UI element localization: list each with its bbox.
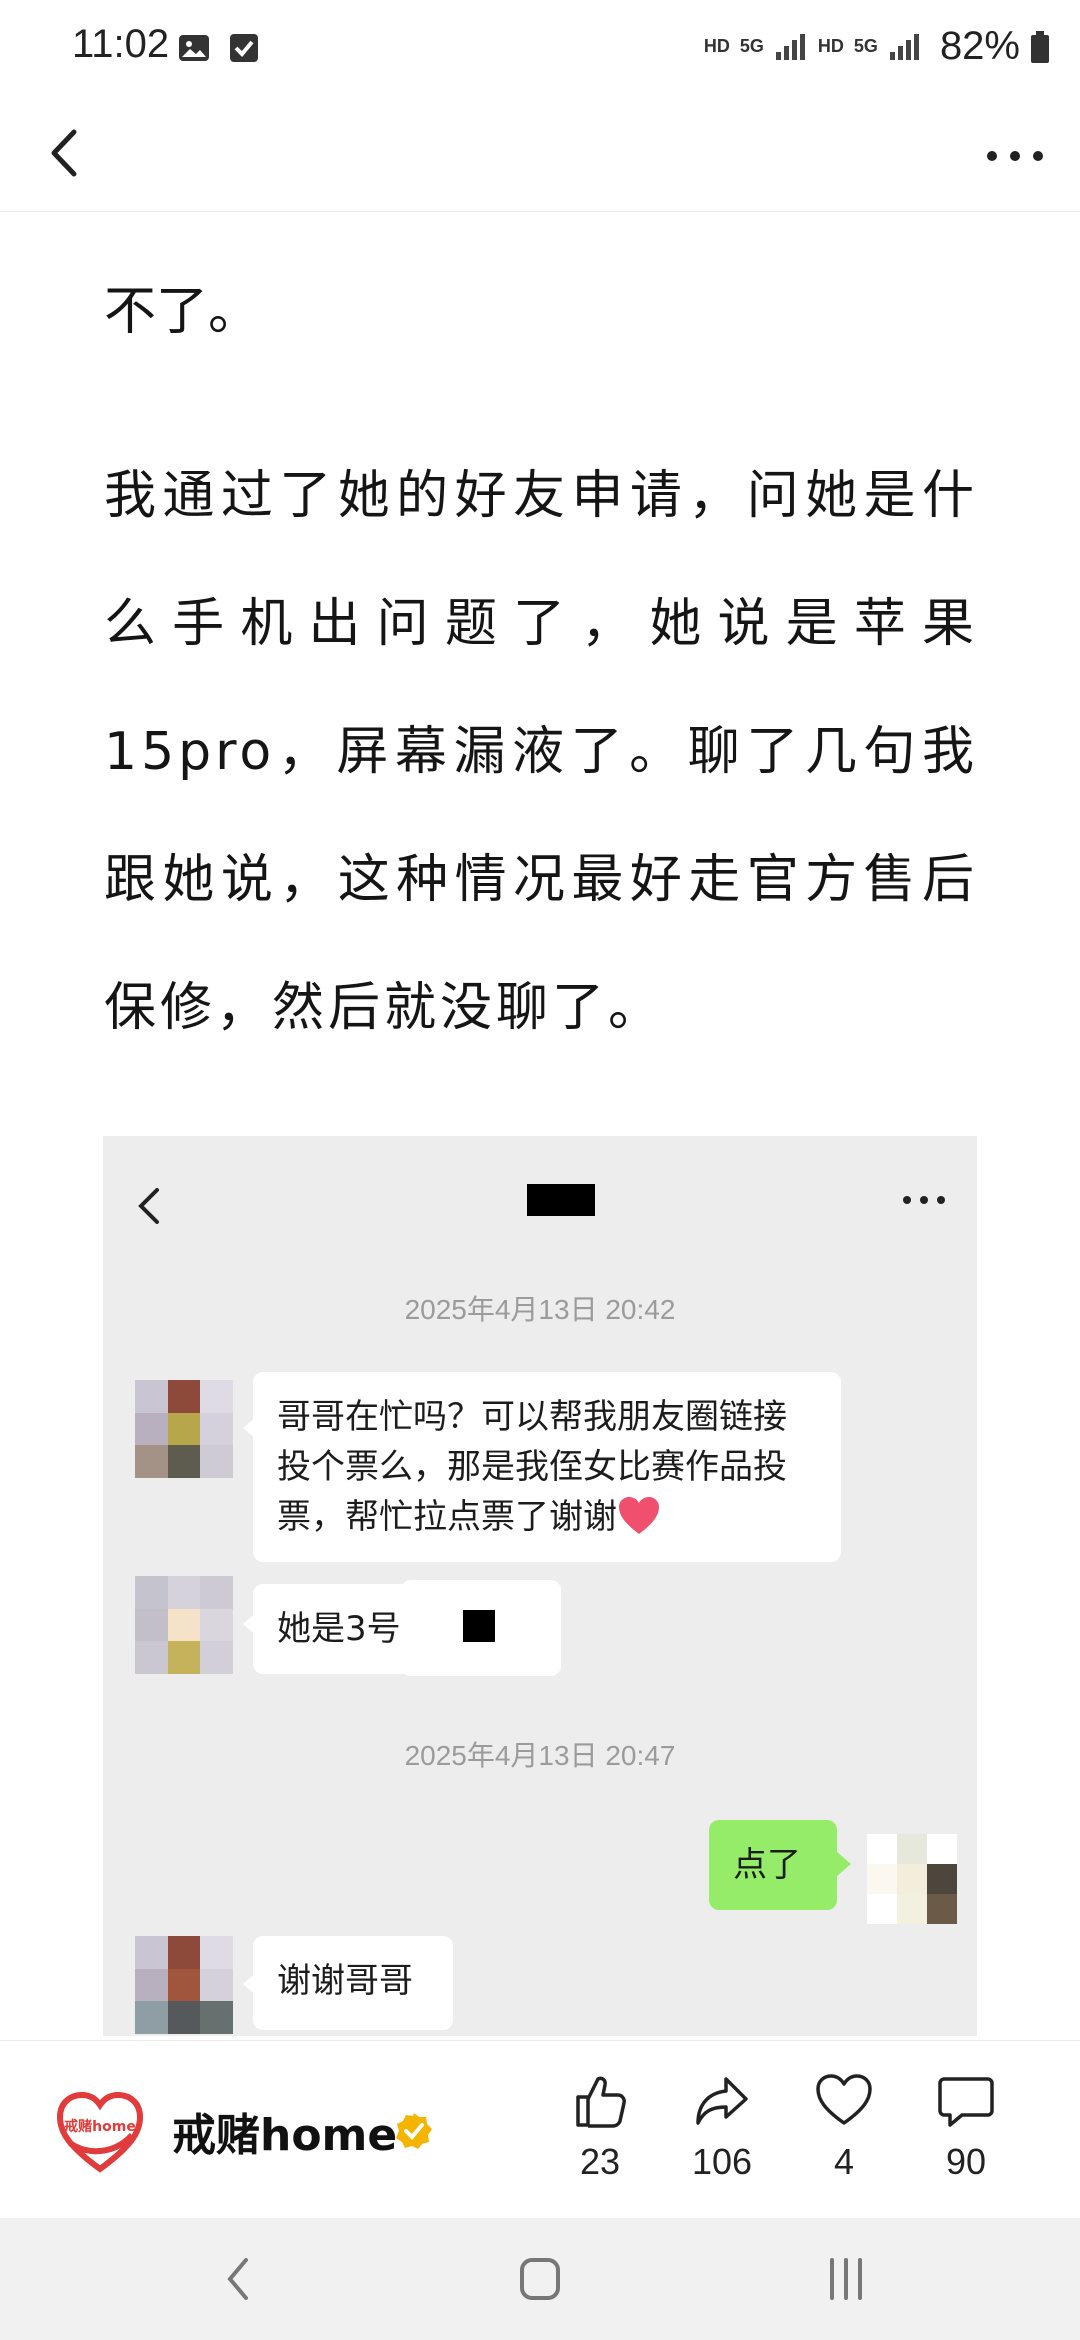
comment-count: 90 — [945, 2141, 987, 2182]
article-body: 不了。 我通过了她的好友申请，问她是什么手机出问题了，她说是苹果15pro，屏幕… — [104, 212, 978, 1072]
chat-more-icon — [903, 1196, 945, 1204]
status-time: 11:02 — [72, 22, 170, 66]
chat-timestamp: 2025年4月13日 20:42 — [404, 1294, 676, 1325]
system-back-icon[interactable] — [210, 2254, 270, 2304]
contact-avatar — [135, 1380, 233, 1478]
5g-label: 5G — [739, 36, 764, 56]
thumbs-up-icon — [576, 2076, 626, 2128]
chat-message-4-text: 谢谢哥哥 — [277, 1961, 413, 2001]
system-nav-bar — [0, 2218, 1080, 2340]
chat-back-icon — [138, 1188, 159, 1224]
share-icon — [696, 2077, 748, 2125]
chat-timestamp-2: 2025年4月13日 20:47 — [404, 1740, 676, 1771]
comment-button[interactable]: 90 — [906, 2071, 1026, 2183]
status-bar: 11:02 HD 5G HD 5G 82% — [0, 0, 1080, 96]
signal-icon — [775, 33, 805, 60]
battery-icon — [1031, 30, 1049, 63]
share-count: 106 — [691, 2141, 753, 2182]
chat-message-1: 哥哥在忙吗？可以帮我朋友圈链接投个票么，那是我侄女比赛作品投票，帮忙拉点票了谢谢 — [253, 1372, 841, 1562]
like-count: 23 — [579, 2141, 621, 2182]
chat-message-2-text: 她是3号 — [277, 1609, 401, 1649]
author-logo-text: 戒赌home — [64, 2118, 136, 2135]
article-paragraph-1: 不了。 — [104, 282, 261, 342]
more-dots-icon[interactable] — [980, 126, 1050, 186]
favorite-count: 4 — [833, 2141, 855, 2182]
heart-icon — [816, 2074, 872, 2125]
signal-icon-2 — [889, 33, 919, 60]
article-paragraph-2: 我通过了她的好友申请，问她是什么手机出问题了，她说是苹果15pro，屏幕漏液了。… — [104, 466, 978, 1038]
bottom-action-bar: 戒赌home 戒赌home 23 106 4 90 — [0, 2040, 1080, 2218]
redaction-block — [463, 1610, 495, 1642]
heart-emoji-icon — [619, 1497, 659, 1534]
contact-avatar-2 — [135, 1576, 233, 1674]
hd-label: HD — [703, 36, 730, 56]
battery-percent: 82% — [939, 24, 1020, 68]
self-avatar — [867, 1834, 957, 1924]
verified-icon — [396, 2113, 432, 2149]
system-home-icon[interactable] — [510, 2254, 570, 2304]
hd-label-2: HD — [817, 36, 844, 56]
checkbox-notification-icon — [230, 34, 258, 62]
author-name[interactable]: 戒赌home — [172, 2099, 397, 2163]
favorite-button[interactable]: 4 — [784, 2071, 904, 2183]
back-arrow-icon[interactable] — [32, 118, 102, 188]
top-nav — [0, 96, 1080, 212]
chat-message-1-text: 哥哥在忙吗？可以帮我朋友圈链接投个票么，那是我侄女比赛作品投票，帮忙拉点票了谢谢 — [277, 1397, 787, 1537]
status-indicators: HD 5G HD 5G 82% — [704, 24, 1050, 69]
contact-avatar-3 — [135, 1936, 233, 2034]
like-button[interactable]: 23 — [540, 2071, 660, 2183]
gallery-notification-icon — [179, 35, 209, 61]
chat-message-self: 点了 — [709, 1820, 837, 1910]
system-recents-icon[interactable] — [816, 2254, 876, 2304]
share-button[interactable]: 106 — [662, 2071, 782, 2183]
author-logo[interactable]: 戒赌home — [56, 2091, 144, 2173]
comment-icon — [938, 2077, 994, 2127]
chat-message-3-text: 点了 — [733, 1845, 801, 1885]
chat-message-4: 谢谢哥哥 — [253, 1936, 453, 2030]
redacted-contact-name — [527, 1184, 595, 1216]
chat-screenshot-image[interactable]: 2025年4月13日 20:42 哥哥在忙吗？可以帮我朋友圈链接投个票么，那是我… — [103, 1136, 977, 2036]
5g-label-2: 5G — [853, 36, 878, 56]
